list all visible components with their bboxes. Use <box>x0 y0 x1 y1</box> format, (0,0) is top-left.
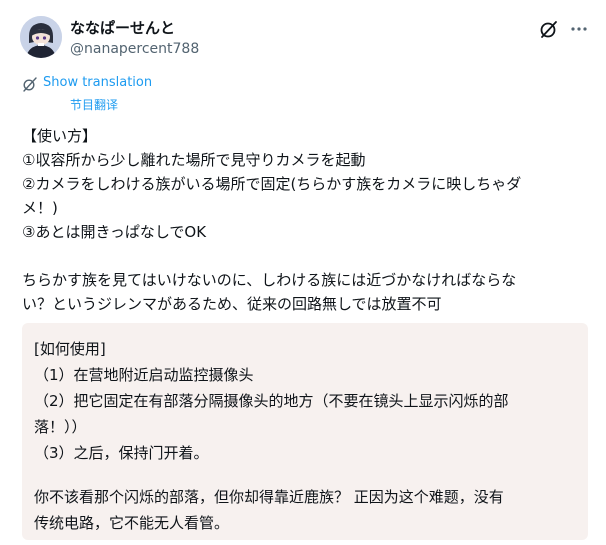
show-translation-link[interactable]: Show translation <box>43 74 152 92</box>
post: ななぱーせんと @nanapercent788 Show translation… <box>0 0 606 545</box>
translated-text: [如何使用] （1）在营地附近启动监控摄像头 （2）把它固定在有部落分隔摄像头的… <box>34 336 574 536</box>
grok-icon[interactable] <box>538 18 560 40</box>
avatar-image <box>20 16 62 58</box>
post-line: ②カメラをしわける族がいる場所で固定(ちらかす族をカメラに映しちゃダ <box>22 175 522 193</box>
translation-box: [如何使用] （1）在营地附近启动监控摄像头 （2）把它固定在有部落分隔摄像头的… <box>22 323 588 540</box>
post-line: ①収容所から少し離れた場所で見守りカメラを起動 <box>22 151 366 169</box>
more-icon[interactable] <box>568 18 590 40</box>
translate-icon <box>22 76 38 92</box>
post-line: メ！) <box>22 199 58 217</box>
translated-line: 你不该看那个闪烁的部落，但你却得靠近鹿族？ 正因为这个难题，没有 <box>34 488 504 506</box>
avatar[interactable] <box>20 16 62 58</box>
translator-label: 节目翻译 <box>70 98 119 112</box>
translated-line: 落！）） <box>34 418 87 436</box>
post-line: い？というジレンマがあるため、従来の回路無しでは放置不可 <box>22 295 442 313</box>
author-name[interactable]: ななぱーせんと <box>70 18 175 38</box>
translated-line: （2）把它固定在有部落分隔摄像头的地方（不要在镜头上显示闪烁的部 <box>34 392 509 410</box>
post-line: ③あとは開きっぱなしでOK <box>22 223 207 241</box>
translated-line-break <box>34 466 574 484</box>
author-handle[interactable]: @nanapercent788 <box>70 40 199 58</box>
translated-line: 传统电路，它不能无人看管。 <box>34 514 230 532</box>
post-line: ちらかす族を見てはいけないのに、しわける族には近づかなければならな <box>22 271 517 289</box>
translated-line: （1）在营地附近启动监控摄像头 <box>34 366 254 384</box>
post-text: 【使い方】 ①収容所から少し離れた場所で見守りカメラを起動 ②カメラをしわける族… <box>22 124 588 316</box>
translated-line: [如何使用] <box>34 340 106 358</box>
translated-line: （3）之后，保持门开着。 <box>34 444 209 462</box>
post-line-break <box>22 244 588 268</box>
post-line: 【使い方】 <box>22 127 98 145</box>
